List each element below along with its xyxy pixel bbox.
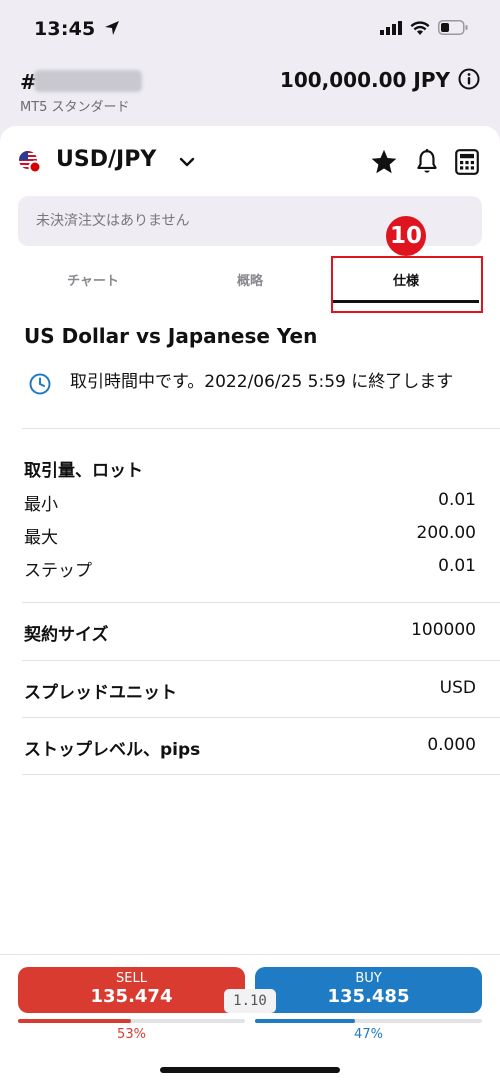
symbol-sheet: USD/JPY 未決済注文はありません チャート 概略 仕様 10 US Dol… [0,126,500,1082]
contract-size-value: 100000 [411,620,476,640]
location-arrow-icon [105,21,120,35]
buy-button[interactable]: BUY 135.485 [255,967,482,1013]
volume-max-value: 200.00 [416,523,476,543]
chevron-down-icon[interactable] [178,153,196,171]
star-icon[interactable] [370,148,398,176]
divider [22,660,500,661]
sell-sentiment-bar [18,1019,245,1023]
status-time: 13:45 [34,18,120,40]
open-orders-text: 未決済注文はありません [36,213,190,229]
bell-icon[interactable] [414,148,440,176]
account-bar: # MT5 スタンダード 100,000.00 JPY [0,60,500,126]
volume-step-value: 0.01 [438,556,476,576]
sell-percentage: 53% [117,1027,146,1042]
info-icon[interactable] [458,68,480,90]
volume-min-value: 0.01 [438,490,476,510]
spread-unit-value: USD [439,678,476,698]
sell-sentiment-fill [18,1019,132,1023]
instrument-title: US Dollar vs Japanese Yen [24,324,318,348]
us-flag-icon [19,151,42,174]
clock-icon [29,373,51,395]
spread-unit-label: スプレッドユニット [24,683,177,703]
sell-price: 135.474 [90,986,173,1007]
symbol-header: USD/JPY [18,146,482,178]
home-indicator[interactable] [160,1067,340,1073]
status-bar: 13:45 [0,0,500,58]
buy-sentiment-fill [255,1019,356,1023]
divider [22,428,500,429]
signal-icon [380,20,402,35]
account-balance: 100,000.00 JPY [279,68,450,92]
battery-icon [438,20,468,35]
status-time-text: 13:45 [34,18,96,40]
symbol-name[interactable]: USD/JPY [56,147,156,172]
buy-label: BUY [355,971,382,986]
contract-size-label: 契約サイズ [24,625,109,645]
stop-level-label: ストップレベル、pips [24,740,201,760]
account-number-redacted [34,70,142,92]
tab-overview[interactable]: 概略 [175,264,325,302]
sell-button[interactable]: SELL 135.474 [18,967,245,1013]
volume-step-label: ステップ [24,561,92,581]
spread-value: 1.10 [224,989,276,1013]
wifi-icon [410,20,430,35]
buy-price: 135.485 [327,986,410,1007]
volume-min-label: 最小 [24,495,58,515]
divider [22,602,500,603]
account-type: MT5 スタンダード [20,100,130,115]
buy-sentiment-bar [255,1019,482,1023]
volume-max-label: 最大 [24,528,58,548]
trade-bar: SELL 135.474 BUY 135.485 1.10 53% 47% [0,954,500,1082]
annotation-highlight-box [331,256,483,313]
stop-level-value: 0.000 [427,735,476,755]
annotation-badge: 10 [386,216,426,256]
divider [22,717,500,718]
calculator-icon[interactable] [454,148,480,176]
sell-label: SELL [116,971,147,986]
trading-session-text: 取引時間中です。2022/06/25 5:59 に終了します [70,372,454,392]
volume-heading: 取引量、ロット [24,461,143,481]
tab-chart[interactable]: チャート [18,264,168,302]
buy-percentage: 47% [354,1027,383,1042]
divider [22,774,500,775]
status-icons [380,20,468,35]
